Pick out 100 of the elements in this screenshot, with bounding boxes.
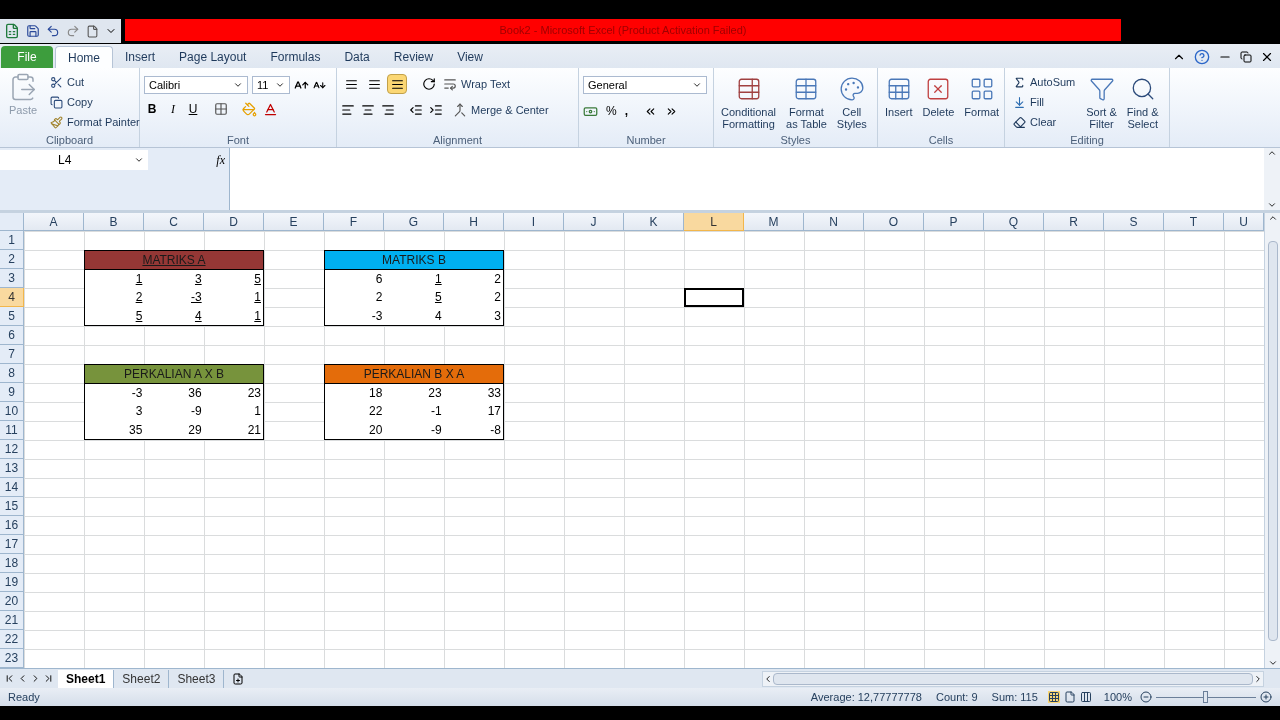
table-cell[interactable]: 1 [203,306,263,325]
column-header[interactable]: B [84,213,144,231]
sheet-tab[interactable]: Sheet2 [114,669,170,688]
underline-button[interactable]: U [186,100,200,118]
column-header[interactable]: Q [984,213,1044,231]
zoom-slider-thumb[interactable] [1203,691,1208,703]
close-icon[interactable] [1260,50,1274,64]
table-cell[interactable]: 3 [443,306,503,325]
table-cell[interactable]: 5 [384,288,444,307]
vertical-align-button[interactable] [387,74,407,94]
percent-button[interactable]: % [606,102,617,120]
increase-indent-icon[interactable] [429,103,443,117]
sort-filter-button[interactable]: Sort & Filter [1083,72,1120,130]
orientation-icon[interactable] [422,77,436,91]
ribbon-tab[interactable]: View [445,46,495,68]
name-box[interactable]: L4 [0,150,148,170]
zoom-out-icon[interactable] [1140,691,1152,703]
delete-cells-button[interactable]: Delete [919,72,958,118]
table-cell[interactable]: 2 [443,288,503,307]
table-cell[interactable]: 3 [85,402,145,421]
row-header[interactable]: 11 [0,421,24,440]
restore-icon[interactable] [1240,51,1252,63]
comma-button[interactable]: , [624,102,628,120]
insert-cells-button[interactable]: Insert [882,72,916,118]
sheet-tab[interactable]: Sheet1 [58,669,115,688]
column-header[interactable]: E [264,213,324,231]
column-header[interactable]: O [864,213,924,231]
row-header[interactable]: 15 [0,497,24,516]
column-header[interactable]: J [564,213,624,231]
autosum-button[interactable]: AutoSum [1009,72,1080,92]
help-icon[interactable] [1194,49,1210,65]
row-header[interactable]: 23 [0,649,24,668]
format-cells-button[interactable]: Format [961,72,1003,118]
format-as-table-button[interactable]: Format as Table [783,72,830,130]
column-header[interactable]: H [444,213,504,231]
table-cell[interactable]: 4 [384,306,444,325]
matrix-title[interactable]: MATRIKS B [325,251,503,270]
table-cell[interactable]: -3 [325,306,385,325]
page-break-icon[interactable] [1079,691,1092,703]
clear-button[interactable]: Clear [1009,112,1080,132]
first-sheet-icon[interactable] [4,673,15,684]
table-cell[interactable]: 1 [203,288,263,307]
table-cell[interactable]: 4 [144,306,204,325]
column-header[interactable]: K [624,213,684,231]
row-header[interactable]: 7 [0,345,24,364]
column-header[interactable]: M [744,213,804,231]
row-header[interactable]: 5 [0,307,24,326]
merge-center-button[interactable]: Merge & Center [449,100,553,120]
column-header[interactable]: S [1104,213,1164,231]
italic-button[interactable]: I [166,100,180,118]
borders-icon[interactable] [214,102,228,116]
scroll-up-icon[interactable] [1267,213,1278,223]
copy-button[interactable]: Copy [46,92,144,112]
table-cell[interactable]: 6 [325,269,385,288]
table-cell[interactable]: -8 [443,420,503,439]
table-cell[interactable]: 1 [384,269,444,288]
column-header[interactable]: F [324,213,384,231]
align-center-icon[interactable] [361,103,375,117]
font-name-field[interactable]: Calibri [144,76,248,94]
column-header[interactable]: D [204,213,264,231]
format-painter-button[interactable]: Format Painter [46,112,144,132]
zoom-level[interactable]: 100% [1103,688,1132,706]
row-header[interactable]: 12 [0,440,24,459]
table-cell[interactable]: 33 [443,383,503,402]
table-cell[interactable]: 5 [85,306,145,325]
number-format-field[interactable]: General [583,76,707,94]
column-header[interactable]: L [684,213,744,231]
font-size-field[interactable]: 11 [252,76,290,94]
table-cell[interactable]: -3 [144,288,204,307]
normal-view-icon[interactable] [1047,691,1060,703]
row-header[interactable]: 6 [0,326,24,345]
last-sheet-icon[interactable] [43,673,54,684]
table-cell[interactable]: 2 [85,288,145,307]
table-cell[interactable]: 2 [443,269,503,288]
matrix-title[interactable]: PERKALIAN B X A [325,365,503,384]
page-layout-icon[interactable] [1063,691,1076,703]
row-header[interactable]: 3 [0,269,24,288]
row-header[interactable]: 13 [0,459,24,478]
cut-button[interactable]: Cut [46,72,144,92]
matrix-title[interactable]: PERKALIAN A X B [85,365,263,384]
spreadsheet-logo-icon[interactable] [4,23,20,39]
column-header[interactable]: C [144,213,204,231]
ribbon-tab[interactable]: Home [55,46,113,68]
scroll-right-icon[interactable] [1253,673,1263,684]
column-header[interactable]: I [504,213,564,231]
table-cell[interactable]: 21 [203,420,263,439]
row-header[interactable]: 1 [0,231,24,250]
column-header[interactable]: G [384,213,444,231]
table-cell[interactable]: -9 [144,402,204,421]
column-header[interactable]: T [1164,213,1224,231]
function-button[interactable]: fx [216,151,225,169]
row-header[interactable]: 8 [0,364,24,383]
table-cell[interactable]: 23 [203,383,263,402]
font-color-icon[interactable] [263,101,278,117]
row-header[interactable]: 14 [0,478,24,497]
table-cell[interactable]: 3 [144,269,204,288]
active-cell[interactable] [684,288,744,307]
row-header[interactable]: 18 [0,554,24,573]
row-header[interactable]: 22 [0,630,24,649]
cell-styles-button[interactable]: Cell Styles [833,72,870,130]
